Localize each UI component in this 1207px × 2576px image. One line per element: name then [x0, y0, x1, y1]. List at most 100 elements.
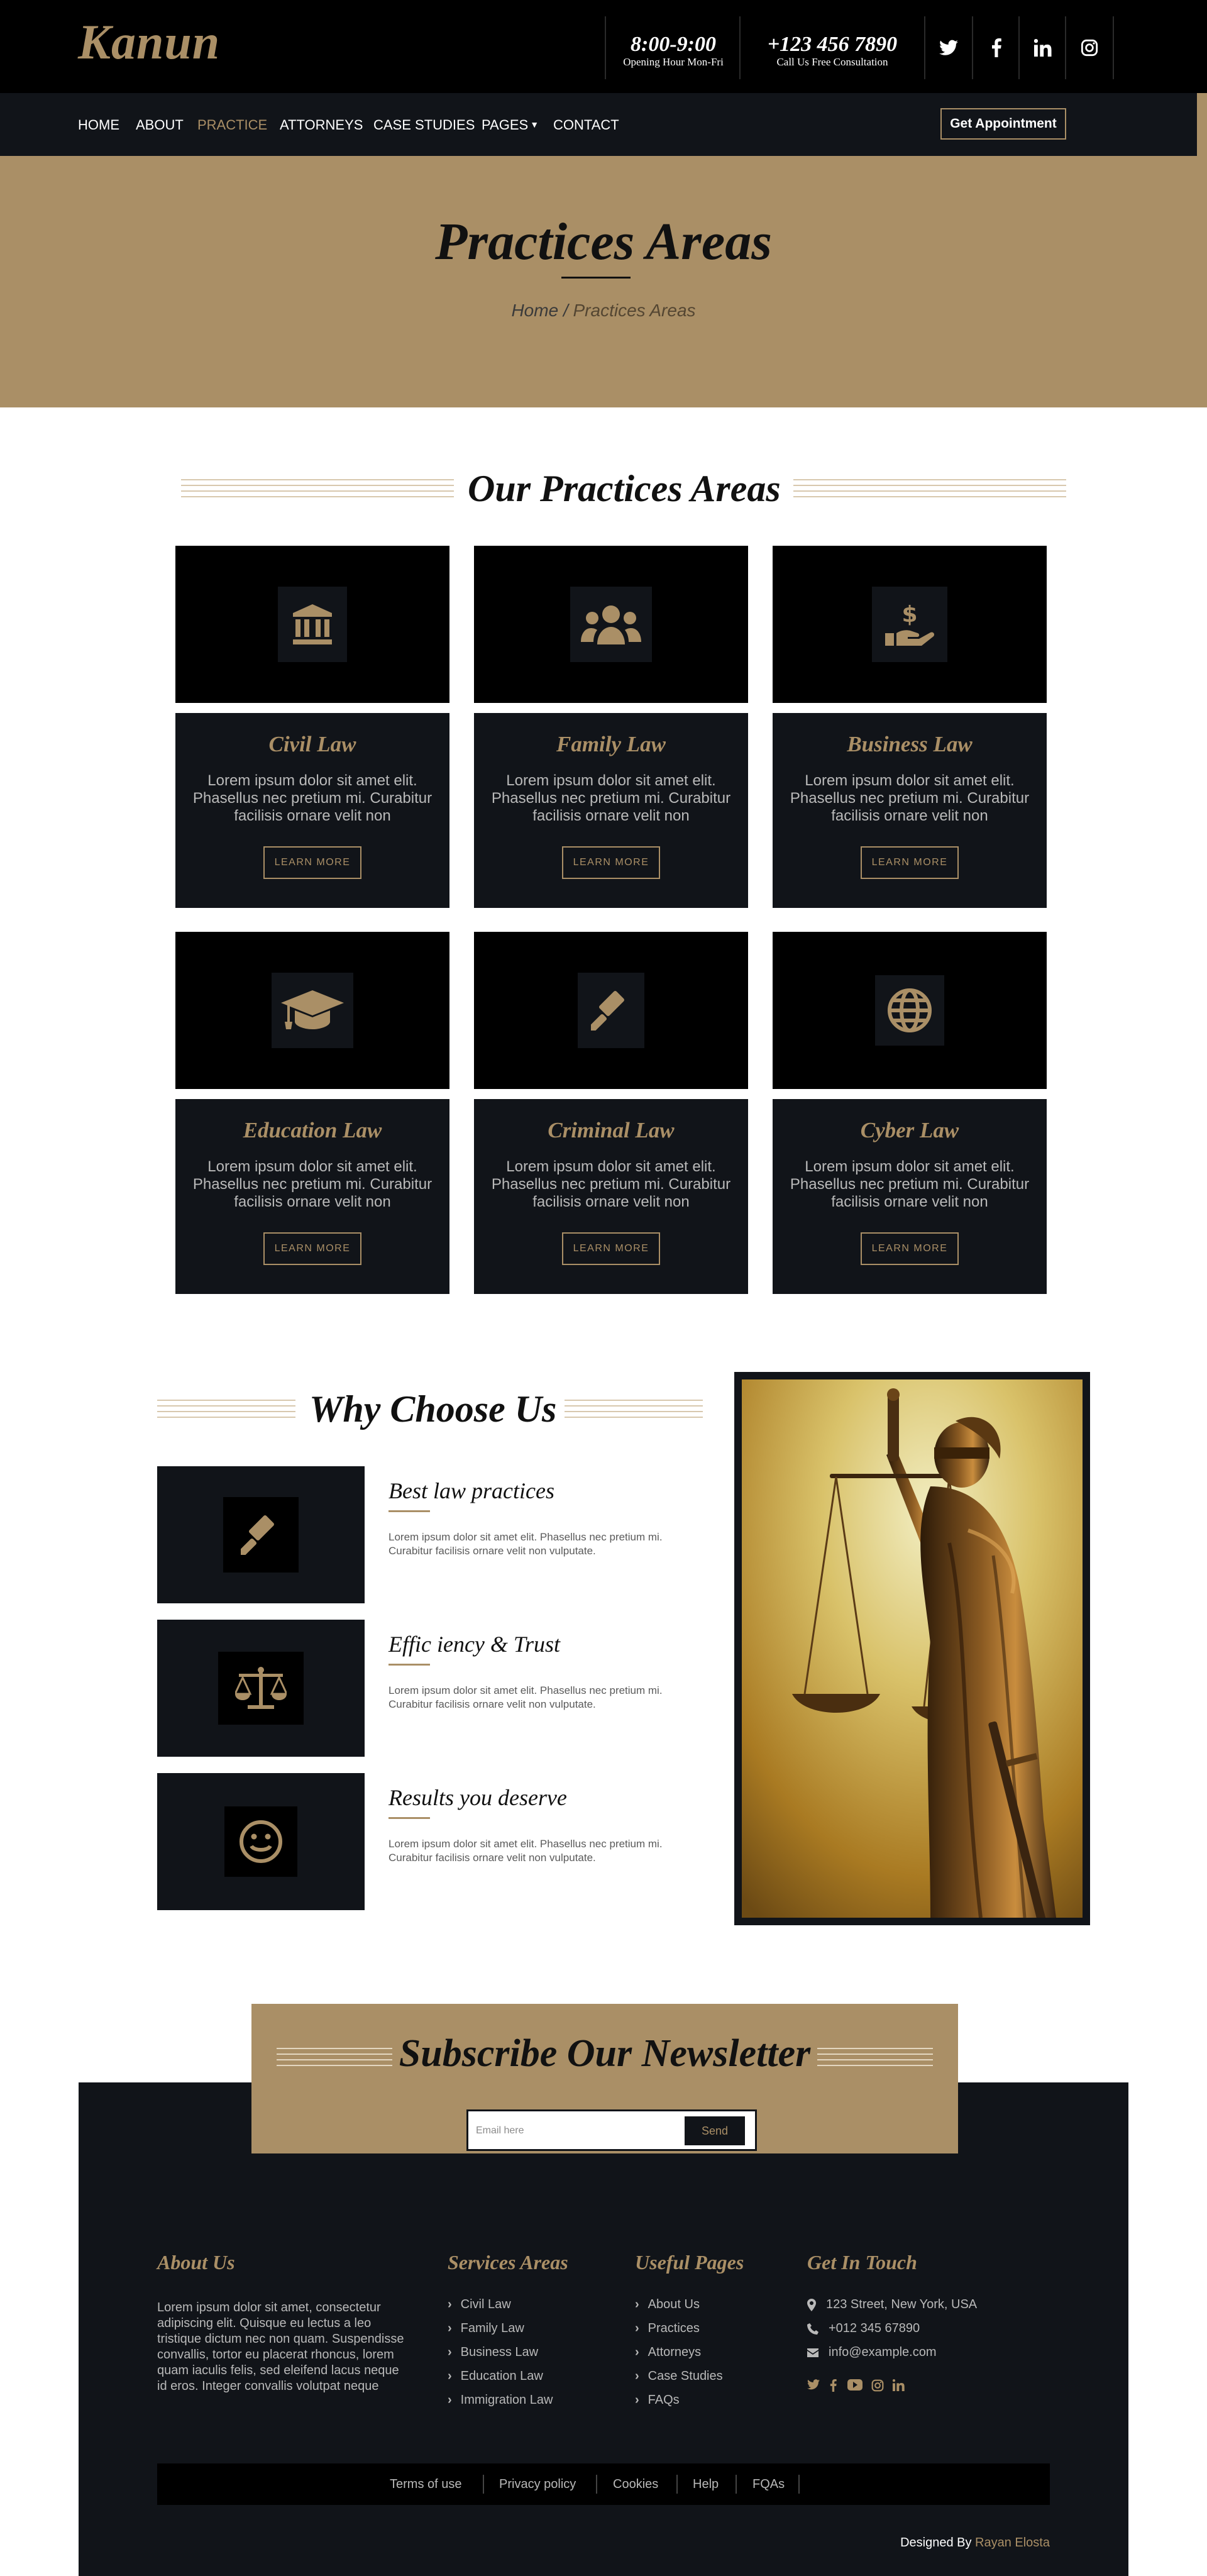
- practice-title: Education Law: [243, 1118, 382, 1142]
- faqs-link[interactable]: FQAs: [752, 2477, 785, 2492]
- footer-page-link[interactable]: › About Us: [635, 2297, 700, 2312]
- footer-linkedin-link[interactable]: [892, 2379, 905, 2394]
- chevron-right-icon: ›: [448, 2369, 452, 2383]
- envelope-icon: [807, 2348, 818, 2357]
- twitter-link[interactable]: [925, 16, 972, 79]
- footer-service-link[interactable]: › Education Law: [448, 2369, 543, 2384]
- instagram-icon: [871, 2379, 884, 2392]
- nav-attorneys[interactable]: ATTORNEYS: [280, 117, 363, 133]
- chevron-right-icon: ›: [635, 2369, 639, 2383]
- gavel-icon: [241, 1515, 274, 1555]
- link-label: Education Law: [460, 2369, 543, 2383]
- instagram-link[interactable]: [1066, 16, 1113, 79]
- facebook-link[interactable]: [973, 16, 1020, 79]
- footer-service-link[interactable]: › Family Law: [448, 2321, 524, 2336]
- hours-value: 8:00-9:00: [631, 33, 716, 56]
- feature-title: Results you deserve: [389, 1785, 567, 1810]
- practice-card-image: [175, 932, 449, 1089]
- footer-service-link[interactable]: › Immigration Law: [448, 2393, 553, 2407]
- lady-justice-image: [742, 1379, 1083, 1918]
- footer-page-link[interactable]: › Attorneys: [635, 2345, 701, 2360]
- divider: [676, 2475, 678, 2494]
- learn-more-button[interactable]: LEARN MORE: [861, 1232, 959, 1265]
- caret-down-icon: ▼: [530, 119, 539, 130]
- practice-title: Family Law: [556, 732, 666, 756]
- icon-container: [278, 587, 347, 662]
- learn-more-button[interactable]: LEARN MORE: [861, 846, 959, 879]
- feature-image: [157, 1773, 365, 1910]
- feature-underline: [389, 1664, 430, 1666]
- linkedin-link[interactable]: [1020, 16, 1066, 79]
- footer-page-link[interactable]: › FAQs: [635, 2393, 680, 2407]
- smile-icon: [240, 1820, 282, 1863]
- contact-phone[interactable]: +012 345 67890: [807, 2321, 920, 2336]
- nav-home[interactable]: HOME: [78, 117, 119, 133]
- practice-description: Lorem ipsum dolor sit amet elit. Phasell…: [491, 772, 731, 824]
- link-label: Business Law: [460, 2345, 539, 2359]
- nav-case-studies[interactable]: CASE STUDIES: [373, 117, 475, 133]
- learn-more-button[interactable]: LEARN MORE: [562, 1232, 660, 1265]
- learn-more-button[interactable]: LEARN MORE: [562, 846, 660, 879]
- linkedin-icon: [892, 2379, 905, 2391]
- footer-page-link[interactable]: › Case Studies: [635, 2369, 723, 2384]
- footer-page-link[interactable]: › Practices: [635, 2321, 700, 2336]
- practice-description: Lorem ipsum dolor sit amet elit. Phasell…: [790, 772, 1030, 824]
- learn-more-button[interactable]: LEARN MORE: [263, 846, 361, 879]
- footer-twitter-link[interactable]: [807, 2379, 820, 2393]
- twitter-icon: [807, 2379, 820, 2390]
- footer-service-link[interactable]: › Civil Law: [448, 2297, 511, 2312]
- feature-underline: [389, 1510, 430, 1512]
- address-text: 123 Street, New York, USA: [826, 2297, 978, 2311]
- footer-about-text: Lorem ipsum dolor sit amet, consectetur …: [157, 2301, 404, 2393]
- help-link[interactable]: Help: [693, 2477, 719, 2492]
- contact-email[interactable]: info@example.com: [807, 2345, 936, 2360]
- practice-card-image: [474, 932, 748, 1089]
- credit-author[interactable]: Rayan Elosta: [975, 2536, 1050, 2550]
- icon-container: [218, 1652, 304, 1725]
- footer-about-title: About Us: [157, 2251, 235, 2274]
- email-input[interactable]: Email here: [476, 2119, 676, 2143]
- graduation-cap-icon: [281, 990, 344, 1029]
- users-icon: [581, 605, 641, 644]
- practice-card-image: [474, 546, 748, 703]
- breadcrumb-home[interactable]: Home: [511, 301, 558, 320]
- chevron-right-icon: ›: [635, 2345, 639, 2359]
- send-button[interactable]: Send: [685, 2116, 745, 2145]
- phone-text: +012 345 67890: [829, 2321, 920, 2335]
- practice-title: Criminal Law: [548, 1118, 675, 1142]
- practice-description: Lorem ipsum dolor sit amet elit. Phasell…: [491, 1158, 731, 1210]
- link-label: Civil Law: [460, 2297, 511, 2311]
- get-appointment-button[interactable]: Get Appointment: [940, 108, 1066, 140]
- link-label: Case Studies: [648, 2369, 723, 2383]
- feature-description: Lorem ipsum dolor sit amet elit. Phasell…: [389, 1684, 663, 1710]
- nav-about[interactable]: ABOUT: [136, 117, 184, 133]
- link-label: Attorneys: [648, 2345, 702, 2359]
- phone-value[interactable]: +123 456 7890: [741, 33, 924, 57]
- site-logo[interactable]: Kanun: [78, 14, 220, 70]
- terms-link[interactable]: Terms of use: [390, 2477, 461, 2492]
- practice-description: Lorem ipsum dolor sit amet elit. Phasell…: [790, 1158, 1030, 1210]
- contact-address: 123 Street, New York, USA: [807, 2297, 977, 2312]
- practice-card-image: [175, 546, 449, 703]
- nav-contact[interactable]: CONTACT: [553, 117, 619, 133]
- footer-instagram-link[interactable]: [871, 2379, 884, 2395]
- practice-card: Cyber Law Lorem ipsum dolor sit amet eli…: [773, 1099, 1047, 1294]
- nav-practice[interactable]: PRACTICE: [197, 117, 267, 133]
- practice-card: Family Law Lorem ipsum dolor sit amet el…: [474, 713, 748, 908]
- footer-service-link[interactable]: › Business Law: [448, 2345, 538, 2360]
- privacy-link[interactable]: Privacy policy: [499, 2477, 576, 2492]
- email-text: info@example.com: [829, 2345, 937, 2359]
- cookies-link[interactable]: Cookies: [613, 2477, 658, 2492]
- icon-container: [875, 975, 944, 1046]
- link-label: About Us: [648, 2297, 700, 2311]
- learn-more-button[interactable]: LEARN MORE: [263, 1232, 361, 1265]
- icon-container: $: [872, 587, 947, 662]
- footer-youtube-link[interactable]: [847, 2379, 863, 2394]
- practice-card: Business Law Lorem ipsum dolor sit amet …: [773, 713, 1047, 908]
- page-title: Practices Areas: [435, 213, 772, 271]
- footer-facebook-link[interactable]: [830, 2379, 837, 2395]
- breadcrumb: Home / Practices Areas: [0, 301, 1207, 321]
- navbar-accent: [1197, 93, 1207, 156]
- link-label: Practices: [648, 2321, 700, 2335]
- nav-pages-dropdown[interactable]: PAGES ▼: [482, 117, 539, 133]
